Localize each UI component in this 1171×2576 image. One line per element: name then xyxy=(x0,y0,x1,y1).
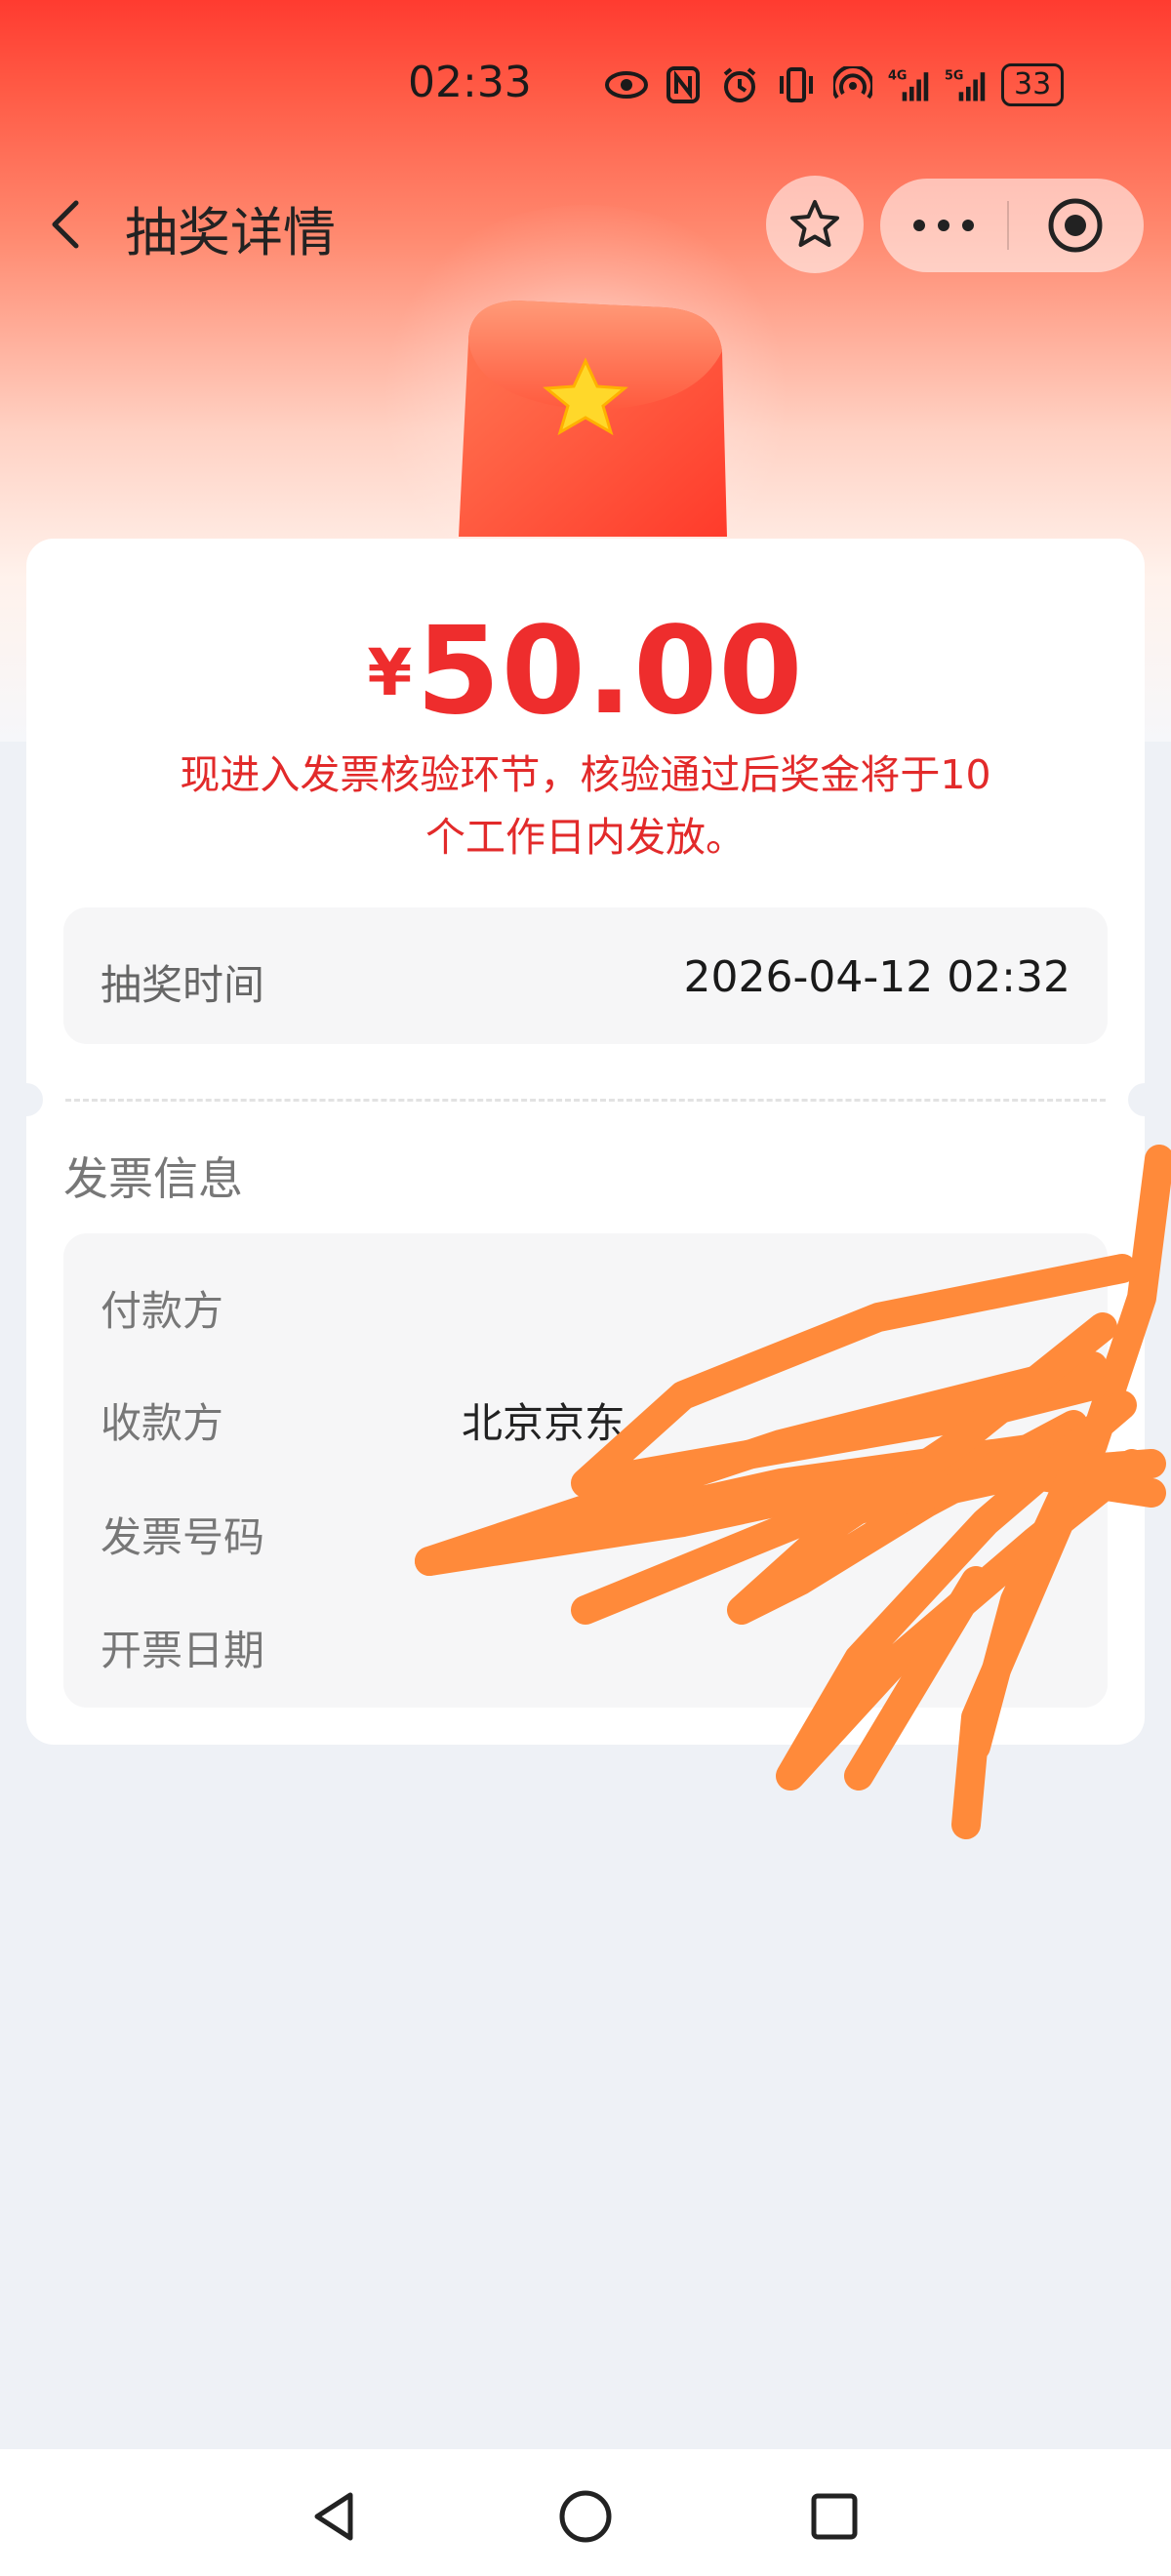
currency-symbol: ¥ xyxy=(367,635,413,710)
home-circle-icon xyxy=(559,2490,612,2543)
draw-time-row: 抽奖时间 2026-04-12 02:32 xyxy=(63,907,1108,1044)
page-title: 抽奖详情 xyxy=(125,202,336,263)
ticket-notch xyxy=(1128,1083,1161,1116)
invoice-label: 开票日期 xyxy=(101,1627,265,1674)
eye-icon xyxy=(605,63,648,106)
prize-notice: 现进入发票核验环节，核验通过后奖金将于10 个工作日内发放。 xyxy=(124,744,1047,868)
draw-time-value: 2026-04-12 02:32 xyxy=(683,952,1071,1002)
mini-program-capsule xyxy=(880,179,1144,272)
draw-time-label: 抽奖时间 xyxy=(101,961,265,1009)
nfc-icon xyxy=(662,63,705,106)
amount-value: 50.00 xyxy=(416,601,804,742)
signal-label: 4G xyxy=(888,69,907,84)
more-button[interactable] xyxy=(880,179,1007,272)
invoice-row-date: 开票日期 xyxy=(63,1602,1108,1680)
ticket-notch xyxy=(10,1083,43,1116)
prize-amount: ¥50.00 xyxy=(26,601,1145,742)
prize-card: ¥50.00 现进入发票核验环节，核验通过后奖金将于10 个工作日内发放。 抽奖… xyxy=(10,539,1161,1745)
back-arrow-icon xyxy=(52,200,79,249)
alarm-icon xyxy=(718,63,761,106)
system-nav-bar xyxy=(0,2449,1171,2576)
recents-square-icon xyxy=(811,2493,858,2540)
vibrate-icon xyxy=(775,63,818,106)
notice-line: 现进入发票核验环节，核验通过后奖金将于10 xyxy=(180,751,991,798)
system-home-button[interactable] xyxy=(551,2482,620,2551)
target-close-icon xyxy=(1048,198,1103,253)
signal-label: 5G xyxy=(945,69,963,84)
hotspot-icon xyxy=(831,63,874,106)
invoice-row-payee: 收款方 北京京东 xyxy=(63,1375,1108,1453)
more-dots-icon xyxy=(913,220,974,231)
invoice-row-payer: 付款方 xyxy=(63,1263,1108,1341)
signal-icon: 4G xyxy=(888,63,931,106)
invoice-label: 付款方 xyxy=(101,1287,224,1335)
invoice-row-number: 发票号码 xyxy=(63,1489,1108,1567)
dashed-divider xyxy=(65,1099,1106,1102)
system-back-button[interactable] xyxy=(301,2482,369,2551)
close-mini-program-button[interactable] xyxy=(1009,179,1142,272)
system-recents-button[interactable] xyxy=(800,2482,868,2551)
battery-icon: 33 xyxy=(1001,63,1065,106)
invoice-value: 北京京东 xyxy=(462,1399,626,1447)
back-button[interactable] xyxy=(39,195,98,254)
status-icons: 4G 5G 33 xyxy=(605,63,1065,106)
red-envelope-icon xyxy=(459,301,727,537)
invoice-info-box: 付款方 收款方 北京京东 发票号码 开票日期 xyxy=(63,1233,1108,1708)
star-icon xyxy=(790,200,839,247)
invoice-heading: 发票信息 xyxy=(63,1152,243,1205)
favorite-button[interactable] xyxy=(766,176,864,273)
status-time: 02:33 xyxy=(408,58,532,107)
invoice-label: 收款方 xyxy=(101,1399,224,1447)
notice-line: 个工作日内发放。 xyxy=(425,814,746,861)
invoice-label: 发票号码 xyxy=(101,1513,265,1561)
signal-icon: 5G xyxy=(945,63,988,106)
status-bar: 02:33 4G 5G 33 xyxy=(0,54,1171,122)
back-triangle-icon xyxy=(314,2492,353,2541)
